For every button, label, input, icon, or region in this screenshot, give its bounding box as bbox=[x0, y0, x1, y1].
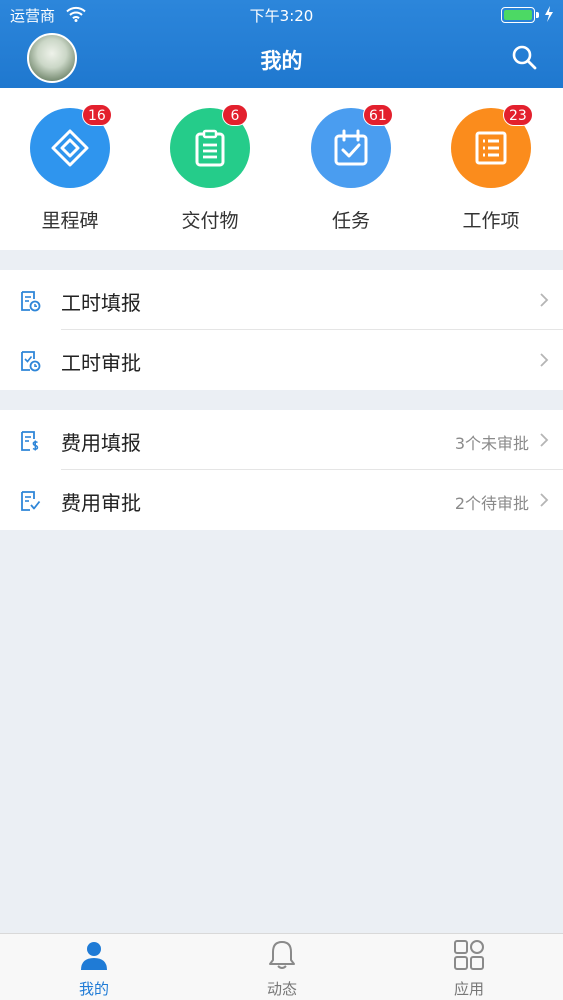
expense-entry-icon bbox=[21, 431, 39, 451]
chevron-right-icon bbox=[540, 293, 549, 307]
expense-entry-row[interactable]: 费用填报 3个未审批 bbox=[0, 410, 563, 470]
grid-icon bbox=[454, 940, 484, 970]
tab-mine-label: 我的 bbox=[78, 980, 109, 998]
timesheet-entry-icon bbox=[21, 291, 41, 312]
work-item-label: 工作项 bbox=[462, 210, 520, 232]
tab-activity-label: 动态 bbox=[266, 980, 297, 998]
expense-approval-row[interactable]: 费用审批 2个待审批 bbox=[0, 470, 563, 530]
search-icon[interactable] bbox=[511, 44, 537, 70]
chevron-right-icon bbox=[540, 493, 549, 507]
shortcut-milestone[interactable]: 16 里程碑 bbox=[0, 88, 140, 250]
tab-activity[interactable]: 动态 bbox=[188, 934, 376, 1000]
tab-apps[interactable]: 应用 bbox=[375, 934, 563, 1000]
bell-icon bbox=[269, 941, 295, 969]
expense-approval-status: 2个待审批 bbox=[454, 494, 529, 513]
shortcut-deliverable[interactable]: 6 交付物 bbox=[140, 88, 280, 250]
task-badge: 61 bbox=[363, 104, 393, 126]
work-item-badge: 23 bbox=[503, 104, 533, 126]
timesheet-approval-label: 工时审批 bbox=[61, 351, 141, 375]
timesheet-approval-icon bbox=[21, 351, 41, 372]
shortcut-task[interactable]: 61 任务 bbox=[281, 88, 421, 250]
chevron-right-icon bbox=[540, 353, 549, 367]
expense-entry-status: 3个未审批 bbox=[454, 434, 529, 453]
expense-approval-label: 费用审批 bbox=[61, 491, 141, 515]
battery-icon bbox=[501, 7, 539, 23]
timesheet-approval-row[interactable]: 工时审批 bbox=[0, 330, 563, 390]
charging-icon bbox=[545, 6, 553, 22]
chevron-right-icon bbox=[540, 433, 549, 447]
tab-bar: 我的 动态 应用 bbox=[0, 933, 563, 1000]
tab-apps-label: 应用 bbox=[453, 980, 484, 998]
person-icon bbox=[81, 942, 107, 970]
expense-group: 费用填报 3个未审批 费用审批 2个待审批 bbox=[0, 410, 563, 530]
timesheet-entry-row[interactable]: 工时填报 bbox=[0, 270, 563, 330]
clock: 下午3:20 bbox=[249, 7, 314, 25]
page-title: 我的 bbox=[260, 49, 303, 73]
deliverable-label: 交付物 bbox=[181, 210, 239, 232]
milestone-label: 里程碑 bbox=[41, 210, 99, 232]
status-bar: 运营商 下午3:20 bbox=[0, 0, 563, 30]
shortcut-work-item[interactable]: 23 工作项 bbox=[421, 88, 561, 250]
tab-mine[interactable]: 我的 bbox=[0, 934, 188, 1000]
timesheet-group: 工时填报 工时审批 bbox=[0, 270, 563, 390]
deliverable-badge: 6 bbox=[222, 104, 248, 126]
expense-entry-label: 费用填报 bbox=[61, 431, 141, 455]
shortcut-grid: 16 里程碑 6 交付物 61 任务 23 工作项 bbox=[0, 88, 563, 250]
timesheet-entry-label: 工时填报 bbox=[61, 291, 141, 315]
header: 运营商 下午3:20 我的 bbox=[0, 0, 563, 88]
task-label: 任务 bbox=[331, 210, 370, 232]
expense-approval-icon bbox=[21, 491, 41, 511]
milestone-badge: 16 bbox=[82, 104, 112, 126]
